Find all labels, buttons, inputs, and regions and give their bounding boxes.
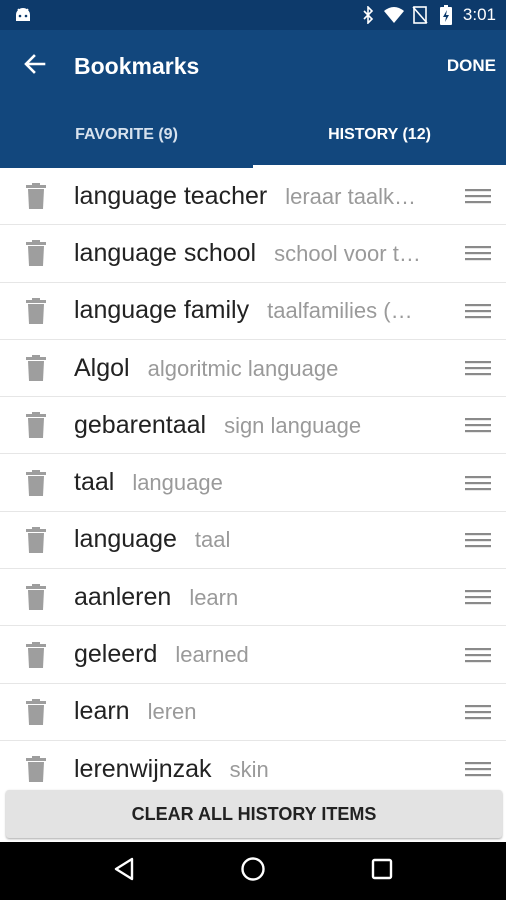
history-row[interactable]: geleerd learned (0, 626, 506, 684)
history-entry[interactable]: language teacher leraar taalk… (74, 182, 450, 211)
history-entry[interactable]: language school school voor t… (74, 239, 450, 268)
back-button[interactable] (0, 30, 70, 102)
tab-history[interactable]: HISTORY (12) (253, 102, 506, 168)
history-translation: taal (194, 527, 231, 553)
drag-handle-icon[interactable] (450, 417, 506, 433)
tab-history-label: HISTORY (12) (328, 126, 431, 143)
history-term: geleerd (74, 640, 158, 669)
drag-handle-icon[interactable] (450, 475, 506, 491)
history-term: language (74, 525, 177, 554)
history-row[interactable]: lerenwijnzak skin (0, 741, 506, 788)
history-term: language teacher (74, 181, 268, 210)
history-term: lerenwijnzak (74, 754, 212, 783)
wifi-icon (383, 5, 405, 25)
trash-icon[interactable] (0, 297, 74, 324)
trash-icon[interactable] (0, 584, 74, 611)
history-row[interactable]: learn leren (0, 684, 506, 741)
history-translation: school voor t… (274, 240, 421, 266)
history-translation: algoritmic language (147, 355, 339, 381)
drag-handle-icon[interactable] (450, 245, 506, 261)
history-term: language family (74, 296, 250, 325)
battery-icon (435, 5, 457, 25)
trash-icon[interactable] (0, 240, 74, 267)
trash-icon[interactable] (0, 469, 74, 496)
drag-handle-icon[interactable] (450, 532, 506, 548)
history-entry[interactable]: lerenwijnzak skin (74, 755, 450, 784)
nav-recents-button[interactable] (362, 851, 402, 891)
trash-icon[interactable] (0, 641, 74, 668)
history-term: gebarentaal (74, 410, 207, 439)
history-list[interactable]: language teacher leraar taalk… language sc… (0, 168, 506, 788)
trash-icon[interactable] (0, 698, 74, 725)
history-term: aanleren (74, 582, 172, 611)
history-term: taal (74, 468, 115, 497)
history-term: Algol (74, 353, 130, 382)
drag-handle-icon[interactable] (450, 647, 506, 663)
tab-favorite[interactable]: FAVORITE (9) (0, 102, 253, 168)
history-entry[interactable]: Algol algoritmic language (74, 354, 450, 383)
drag-handle-icon[interactable] (450, 761, 506, 777)
clear-button-container: CLEAR ALL HISTORY ITEMS (0, 788, 506, 842)
trash-icon[interactable] (0, 526, 74, 553)
history-row[interactable]: aanleren learn (0, 569, 506, 627)
history-entry[interactable]: learn leren (74, 697, 450, 726)
arrow-left-icon (23, 52, 47, 81)
history-term: language school (74, 238, 257, 267)
app-bar: Bookmarks DONE FAVORITE (9) HISTORY (12) (0, 30, 506, 168)
nav-home-button[interactable] (233, 851, 273, 891)
history-row[interactable]: language taal (0, 512, 506, 570)
circle-home-icon (240, 856, 266, 887)
history-translation: leren (147, 699, 197, 725)
history-entry[interactable]: taal language (74, 468, 450, 497)
status-bar: 3:01 (0, 0, 506, 30)
done-button[interactable]: DONE (433, 30, 506, 102)
square-recents-icon (371, 858, 393, 885)
drag-handle-icon[interactable] (450, 188, 506, 204)
trash-icon[interactable] (0, 756, 74, 783)
trash-icon[interactable] (0, 355, 74, 382)
triangle-back-icon (113, 857, 135, 886)
history-row[interactable]: taal language (0, 454, 506, 512)
history-row[interactable]: language teacher leraar taalk… (0, 168, 506, 226)
history-row[interactable]: Algol algoritmic language (0, 340, 506, 398)
history-translation: learn (189, 584, 239, 610)
history-entry[interactable]: language taal (74, 525, 450, 554)
navigation-bar (0, 842, 506, 900)
history-translation: leraar taalk… (285, 183, 417, 209)
no-sim-icon (409, 5, 431, 25)
nav-back-button[interactable] (104, 851, 144, 891)
history-row[interactable]: gebarentaal sign language (0, 397, 506, 455)
trash-icon[interactable] (0, 412, 74, 439)
history-entry[interactable]: aanleren learn (74, 583, 450, 612)
history-term: learn (74, 697, 130, 726)
tab-favorite-label: FAVORITE (9) (75, 126, 178, 143)
page-title: Bookmarks (74, 52, 200, 79)
history-entry[interactable]: language family taalfamilies (… (74, 296, 450, 325)
history-translation: language (132, 470, 223, 496)
drag-handle-icon[interactable] (450, 303, 506, 319)
history-translation: skin (229, 756, 269, 782)
drag-handle-icon[interactable] (450, 704, 506, 720)
bluetooth-icon (357, 5, 379, 25)
tab-bar: FAVORITE (9) HISTORY (12) (0, 102, 506, 168)
status-clock: 3:01 (462, 5, 496, 24)
android-icon (14, 6, 32, 24)
history-entry[interactable]: geleerd learned (74, 640, 450, 669)
trash-icon[interactable] (0, 183, 74, 210)
drag-handle-icon[interactable] (450, 589, 506, 605)
history-row[interactable]: language family taalfamilies (… (0, 283, 506, 340)
toolbar: Bookmarks DONE (0, 30, 506, 102)
history-translation: learned (175, 642, 249, 668)
clear-all-history-button[interactable]: CLEAR ALL HISTORY ITEMS (6, 790, 502, 838)
drag-handle-icon[interactable] (450, 360, 506, 376)
history-translation: sign language (224, 412, 362, 438)
history-translation: taalfamilies (… (267, 298, 413, 324)
history-entry[interactable]: gebarentaal sign language (74, 411, 450, 440)
history-row[interactable]: language school school voor t… (0, 225, 506, 283)
